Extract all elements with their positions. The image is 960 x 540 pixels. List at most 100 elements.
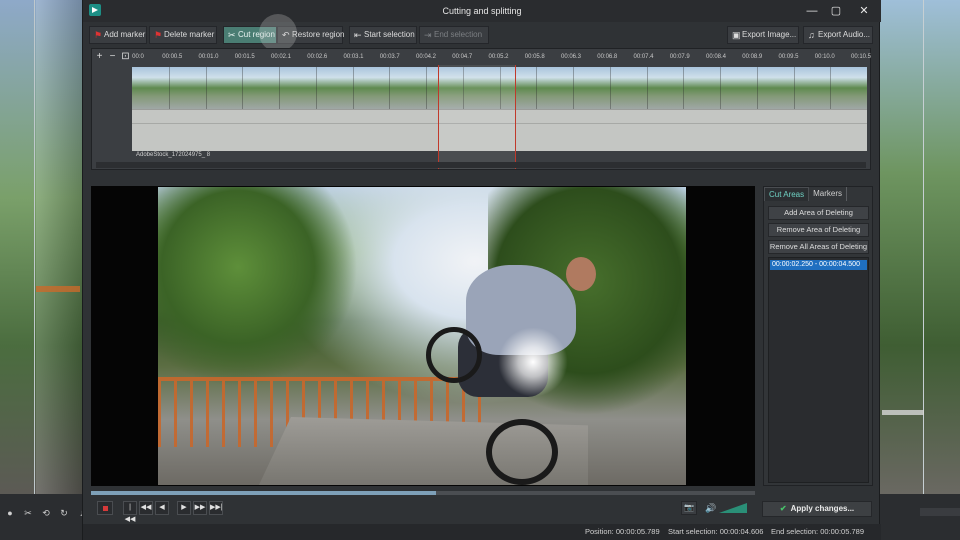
tab-cut-areas[interactable]: Cut Areas xyxy=(764,187,810,201)
go-to-end-button[interactable]: ▶▶| xyxy=(209,501,223,515)
next-frame-button[interactable]: ▶▶ xyxy=(193,501,207,515)
ruler-tick-label: 00:08.4 xyxy=(705,54,727,60)
step-back-button[interactable]: ◀ xyxy=(155,501,169,515)
panel-tabs: Cut Areas Markers xyxy=(764,187,874,201)
filmstrip-frame xyxy=(536,67,538,109)
end-selection-label: End selection xyxy=(434,30,483,39)
volume-slider[interactable] xyxy=(719,503,747,513)
start-selection-button[interactable]: ⇤ Start selection xyxy=(349,26,417,44)
filmstrip-frame xyxy=(646,67,648,109)
filmstrip-frame xyxy=(609,67,611,109)
selection-region[interactable] xyxy=(438,65,516,169)
ruler-tick-label: 00:10.5 xyxy=(850,54,872,60)
bg-rotate-icon[interactable]: ↻ xyxy=(58,508,70,519)
filmstrip-frame xyxy=(389,67,391,109)
ruler-tick-label: 00:09.5 xyxy=(778,54,799,60)
remove-all-areas-button[interactable]: Remove All Areas of Deleting xyxy=(768,240,869,254)
filmstrip-frame xyxy=(426,67,427,109)
add-area-button[interactable]: Add Area of Deleting xyxy=(768,206,869,220)
ruler-tick-label: 00:05.8 xyxy=(524,54,545,60)
start-bracket-icon: ⇤ xyxy=(354,30,362,40)
export-audio-button[interactable]: ♫ Export Audio... xyxy=(803,26,873,44)
ruler-tick-label: 00:03.7 xyxy=(379,54,400,60)
window-title: Cutting and splitting xyxy=(442,6,522,16)
bg-record-icon[interactable]: ● xyxy=(4,508,16,519)
end-selection-button[interactable]: ⇥ End selection xyxy=(419,26,489,44)
filmstrip-frame xyxy=(830,67,832,109)
status-start-selection: Start selection: 00:00:04.606 xyxy=(668,527,764,536)
ruler-tick-label: 00:03.1 xyxy=(343,54,364,60)
cut-areas-list[interactable]: 00:00:02.250 - 00:00:04.500 xyxy=(768,257,869,483)
bg-scissors-icon[interactable]: ✂ xyxy=(22,508,34,519)
zoom-in-icon[interactable]: + xyxy=(94,51,105,62)
status-end-selection: End selection: 00:00:05.789 xyxy=(771,527,864,536)
filmstrip-frame xyxy=(279,67,280,109)
delete-marker-button[interactable]: ⚑ Delete marker xyxy=(149,26,217,44)
ruler-tick-label: 00:04.2 xyxy=(415,54,437,60)
status-position: Position: 00:00:05.789 xyxy=(585,527,660,536)
ruler-tick-label: 00:10.0 xyxy=(814,54,835,60)
maximize-button[interactable]: ▢ xyxy=(825,3,847,19)
tab-markers[interactable]: Markers xyxy=(809,187,848,201)
play-button[interactable]: ▶ xyxy=(177,501,191,515)
background-scrollbar[interactable] xyxy=(920,508,960,516)
filmstrip-frame xyxy=(720,67,721,109)
cutting-splitting-dialog: Cutting and splitting — ▢ ✕ ⚑ Add marker… xyxy=(82,0,881,540)
background-rail-right xyxy=(882,410,924,415)
export-audio-label: Export Audio... xyxy=(818,30,871,39)
ruler-tick-label: 00:05.2 xyxy=(488,54,509,60)
filmstrip-frame xyxy=(793,67,795,109)
timeline-ruler[interactable]: 00:0 00:00.5 00:01.0 00:01.5 00:02.1 00:02.6 0… xyxy=(132,51,871,65)
export-image-button[interactable]: ▣ Export Image... xyxy=(727,26,799,44)
previous-frame-button[interactable]: ◀◀ xyxy=(139,501,153,515)
title-bar[interactable]: Cutting and splitting — ▢ ✕ xyxy=(83,0,881,22)
checkmark-icon: ✔ xyxy=(779,504,787,513)
filmstrip-frame xyxy=(573,67,574,109)
background-railing xyxy=(36,286,80,292)
close-button[interactable]: ✕ xyxy=(853,3,875,19)
filmstrip-frame xyxy=(756,67,758,109)
ruler-tick-label: 00:01.0 xyxy=(198,54,219,60)
snapshot-camera-icon[interactable]: 📷 xyxy=(681,501,697,515)
go-to-start-button[interactable]: |◀◀ xyxy=(123,501,137,523)
flag-delete-icon: ⚑ xyxy=(154,30,163,40)
filmstrip-frame xyxy=(242,67,244,109)
image-icon: ▣ xyxy=(732,30,741,40)
bike-front-wheel xyxy=(426,327,482,383)
ruler-tick-label: 00:07.4 xyxy=(633,54,654,60)
apply-changes-label: Apply changes... xyxy=(790,504,855,513)
ruler-tick-label: 00:0 xyxy=(132,54,144,60)
add-marker-button[interactable]: ⚑ Add marker xyxy=(89,26,147,44)
filmstrip-frame xyxy=(205,67,207,109)
rider-head xyxy=(566,257,596,291)
seek-bar[interactable] xyxy=(91,491,755,495)
video-preview[interactable] xyxy=(91,186,755,486)
filmstrip-frame xyxy=(352,67,354,109)
minimize-button[interactable]: — xyxy=(801,3,823,19)
list-item[interactable]: 00:00:02.250 - 00:00:04.500 xyxy=(770,260,867,270)
record-button[interactable] xyxy=(97,501,113,515)
bg-loop-icon[interactable]: ⟲ xyxy=(40,508,52,519)
bike-rear-wheel xyxy=(486,419,558,485)
clip-name: AdobeStock_172024975_ 8 xyxy=(136,152,211,158)
ruler-tick-label: 00:06.3 xyxy=(560,54,582,60)
ruler-tick-label: 00:06.8 xyxy=(597,54,618,60)
start-selection-label: Start selection xyxy=(364,30,415,39)
ruler-tick-label: 00:02.6 xyxy=(307,54,328,60)
mouse-cursor-highlight xyxy=(259,14,297,52)
volume-icon[interactable]: 🔊 xyxy=(705,503,716,514)
zoom-out-icon[interactable]: − xyxy=(107,51,118,62)
sun-flare xyxy=(498,327,568,397)
apply-changes-button[interactable]: ✔ Apply changes... xyxy=(762,501,872,517)
timeline-scrollbar[interactable] xyxy=(96,162,866,168)
zoom-fit-icon[interactable]: ⊡ xyxy=(120,51,131,62)
background-frame-right xyxy=(880,0,924,494)
ruler-tick-label: 00:04.7 xyxy=(452,54,473,60)
delete-marker-label: Delete marker xyxy=(164,30,215,39)
cut-areas-panel: Cut Areas Markers Add Area of Deleting R… xyxy=(763,186,873,486)
seek-progress xyxy=(91,491,437,495)
tree-left xyxy=(158,187,358,387)
timeline[interactable]: + − ⊡ 00:0 00:00.5 00:01.0 00:01.5 00:02.1 00… xyxy=(91,48,871,170)
ruler-tick-label: 00:01.5 xyxy=(234,54,255,60)
remove-area-button[interactable]: Remove Area of Deleting xyxy=(768,223,869,237)
